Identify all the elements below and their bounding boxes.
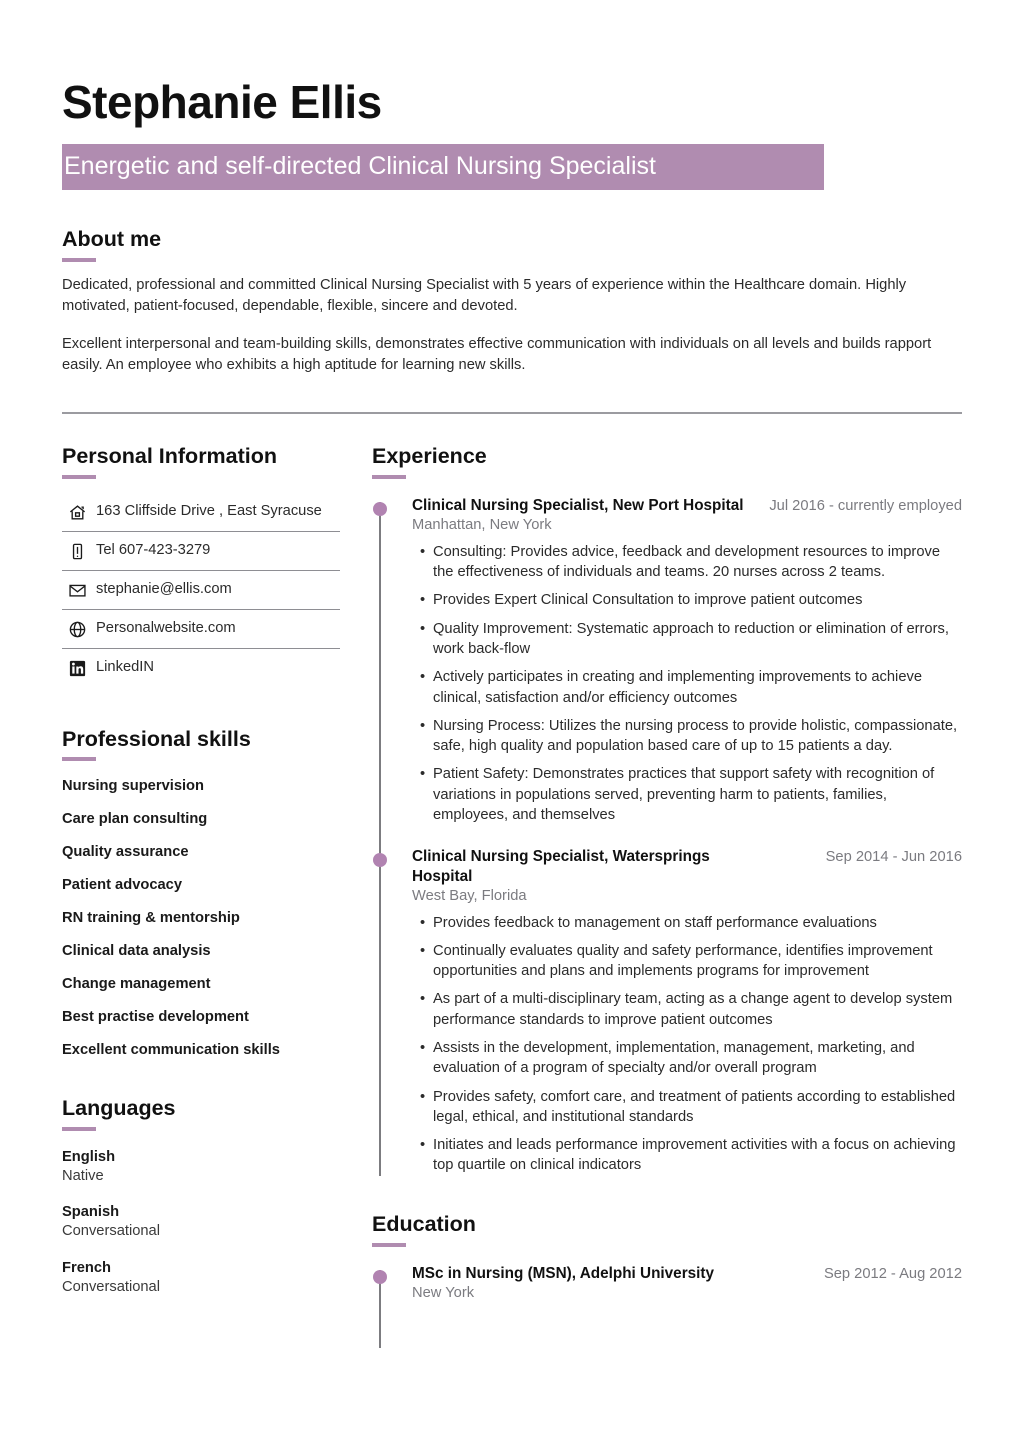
experience-location: West Bay, Florida: [412, 887, 527, 904]
about-paragraph: Excellent interpersonal and team-buildin…: [62, 335, 932, 373]
section-accent-rule: [372, 1242, 406, 1247]
experience-bullet: Nursing Process: Utilizes the nursing pr…: [420, 716, 962, 757]
language-item: French Conversational: [62, 1259, 372, 1297]
skill-item: Nursing supervision: [62, 778, 205, 795]
section-accent-rule: [62, 258, 96, 263]
language-level: Conversational: [62, 1223, 160, 1240]
email-icon: [62, 580, 92, 600]
experience-title: Clinical Nursing Specialist, Waterspring…: [412, 848, 710, 885]
skill-item: Patient advocacy: [62, 877, 183, 894]
experience-timeline: Clinical Nursing Specialist, New Port Ho…: [372, 496, 962, 1176]
experience-entry: Clinical Nursing Specialist, Waterspring…: [372, 847, 962, 1175]
language-level: Conversational: [62, 1278, 160, 1295]
language-item: Spanish Conversational: [62, 1203, 372, 1241]
linkedin-icon: [62, 658, 92, 678]
timeline-dot: [373, 1269, 387, 1284]
experience-bullet: Continually evaluates quality and safety…: [420, 941, 962, 982]
skill-item: Clinical data analysis: [62, 943, 211, 960]
language-name: English: [62, 1149, 116, 1166]
contact-text-linkedin: LinkedIN: [96, 658, 154, 675]
language-level: Native: [62, 1168, 104, 1185]
personal-information-heading: Personal Information: [62, 443, 278, 468]
education-date: Sep 2012 - Aug 2012: [823, 1265, 962, 1282]
experience-heading: Experience: [372, 443, 487, 468]
experience-date: Jul 2016 - currently employed: [769, 497, 962, 514]
section-accent-rule: [372, 474, 406, 479]
contact-list: 163 Cliffside Drive , East Syracuse Tel …: [62, 493, 372, 687]
tagline-banner: Energetic and self-directed Clinical Nur…: [62, 143, 824, 191]
experience-entry-header: Clinical Nursing Specialist, New Port Ho…: [412, 496, 962, 516]
candidate-name: Stephanie Ellis: [62, 76, 382, 128]
candidate-tagline: Energetic and self-directed Clinical Nur…: [64, 151, 656, 180]
experience-bullet: Provides safety, comfort care, and treat…: [420, 1087, 962, 1128]
header-divider: [62, 411, 962, 414]
experience-bullet: Consulting: Provides advice, feedback an…: [420, 542, 962, 583]
experience-bullets: Consulting: Provides advice, feedback an…: [412, 542, 962, 825]
section-accent-rule: [62, 474, 96, 479]
timeline-dot: [373, 501, 387, 516]
education-entry: MSc in Nursing (MSN), Adelphi University…: [372, 1264, 962, 1304]
skill-item: Quality assurance: [62, 844, 189, 861]
resume-page: Stephanie Ellis Energetic and self-direc…: [0, 0, 1024, 1448]
phone-icon: [62, 541, 92, 561]
personal-information-section: Personal Information 163 Cliffside Drive…: [62, 444, 372, 687]
contact-row-website[interactable]: Personalwebsite.com: [62, 610, 340, 649]
education-section: Education MSc in Nursing (MSN), Adelphi …: [372, 1211, 962, 1348]
timeline-dot: [373, 853, 387, 868]
experience-bullet: Actively participates in creating and im…: [420, 667, 962, 708]
contact-row-address[interactable]: 163 Cliffside Drive , East Syracuse: [62, 493, 340, 532]
skill-item: RN training & mentorship: [62, 910, 240, 927]
home-icon: [62, 502, 92, 522]
contact-text-address: 163 Cliffside Drive , East Syracuse: [96, 502, 322, 519]
experience-entry: Clinical Nursing Specialist, New Port Ho…: [372, 496, 962, 826]
language-name: French: [62, 1259, 111, 1276]
language-name: Spanish: [62, 1204, 120, 1221]
resume-header: Stephanie Ellis Energetic and self-direc…: [62, 0, 962, 191]
contact-text-email: stephanie@ellis.com: [96, 580, 232, 597]
skill-item: Excellent communication skills: [62, 1042, 280, 1059]
experience-bullet: Provides feedback to management on staff…: [420, 913, 962, 934]
experience-location: Manhattan, New York: [412, 517, 552, 534]
experience-bullet: Initiates and leads performance improvem…: [420, 1135, 962, 1176]
experience-bullet: Quality Improvement: Systematic approach…: [420, 619, 962, 660]
section-accent-rule: [62, 757, 96, 762]
languages-heading: Languages: [62, 1096, 176, 1121]
education-entry-header: MSc in Nursing (MSN), Adelphi University…: [412, 1264, 962, 1284]
skill-item: Best practise development: [62, 1009, 249, 1026]
skill-item: Change management: [62, 976, 211, 993]
experience-bullet: As part of a multi-disciplinary team, ac…: [420, 989, 962, 1030]
skill-item: Care plan consulting: [62, 811, 208, 828]
experience-section: Experience Clinical Nursing Specialist, …: [372, 444, 962, 1176]
education-title: MSc in Nursing (MSN), Adelphi University: [412, 1264, 715, 1282]
experience-bullet: Provides Expert Clinical Consultation to…: [420, 590, 962, 611]
experience-bullet: Patient Safety: Demonstrates practices t…: [420, 764, 962, 825]
sidebar-column: Personal Information 163 Cliffside Drive…: [62, 444, 372, 1304]
experience-title: Clinical Nursing Specialist, New Port Ho…: [412, 496, 744, 514]
about-body: Dedicated, professional and committed Cl…: [62, 275, 962, 376]
contact-text-website: Personalwebsite.com: [96, 619, 236, 636]
experience-entry-header: Clinical Nursing Specialist, Waterspring…: [412, 847, 962, 886]
education-heading: Education: [372, 1211, 476, 1236]
main-column: Experience Clinical Nursing Specialist, …: [372, 444, 962, 1348]
content-columns: Personal Information 163 Cliffside Drive…: [62, 444, 962, 1348]
experience-bullet: Assists in the development, implementati…: [420, 1038, 962, 1079]
languages-section: Languages English Native Spanish Convers…: [62, 1096, 372, 1296]
experience-bullets: Provides feedback to management on staff…: [412, 913, 962, 1176]
contact-text-phone: Tel 607-423-3279: [96, 541, 211, 558]
contact-row-linkedin[interactable]: LinkedIN: [62, 649, 340, 687]
language-item: English Native: [62, 1148, 372, 1186]
professional-skills-section: Professional skills Nursing supervision …: [62, 726, 372, 1059]
about-heading: About me: [62, 227, 162, 252]
contact-row-phone[interactable]: Tel 607-423-3279: [62, 532, 340, 571]
section-accent-rule: [62, 1127, 96, 1132]
about-section: About me Dedicated, professional and com…: [62, 227, 962, 375]
experience-date: Sep 2014 - Jun 2016: [825, 849, 962, 866]
contact-row-email[interactable]: stephanie@ellis.com: [62, 571, 340, 610]
education-location: New York: [412, 1285, 475, 1302]
education-timeline: MSc in Nursing (MSN), Adelphi University…: [372, 1264, 962, 1348]
globe-icon: [62, 619, 92, 639]
about-paragraph: Dedicated, professional and committed Cl…: [62, 277, 907, 315]
professional-skills-heading: Professional skills: [62, 726, 251, 751]
